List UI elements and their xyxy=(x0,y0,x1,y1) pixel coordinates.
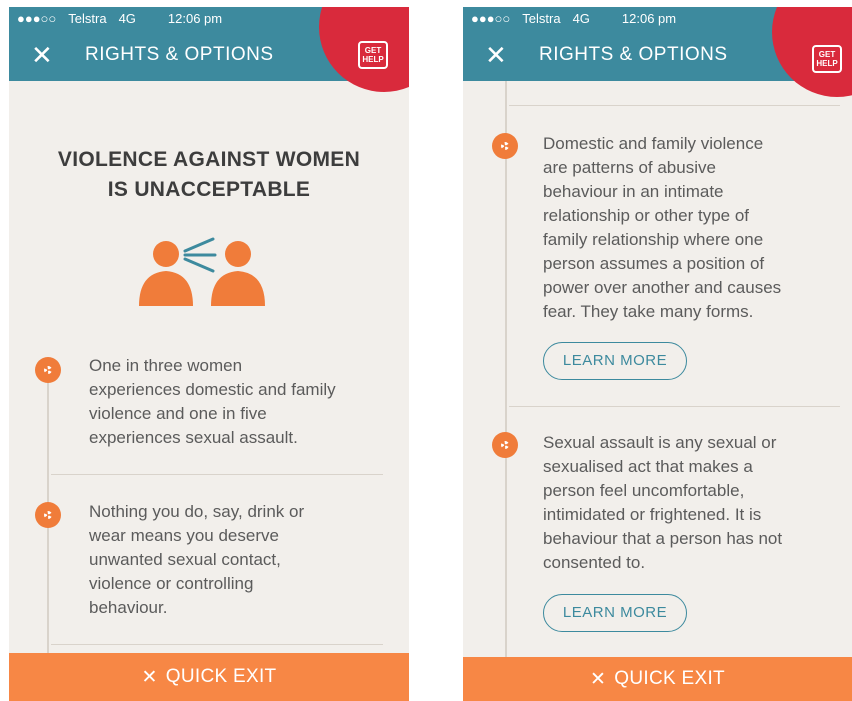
text-line: unwanted sexual contact, xyxy=(89,550,281,569)
orange-bullet-icon xyxy=(35,502,61,528)
divider xyxy=(509,406,840,407)
clock: 12:06 pm xyxy=(167,10,223,26)
phone-screen-right: ●●●○○ Telstra 4G 12:06 pm ✕ RIGHTS & OPT… xyxy=(463,7,852,701)
text-line: intimidated or frightened. It is xyxy=(543,505,762,524)
list-item: One in three women experiences domestic … xyxy=(89,354,336,450)
orange-bullet-icon xyxy=(492,432,518,458)
clock: 12:06 pm xyxy=(621,10,677,26)
list-item: Sexual assault is any sexual or sexualis… xyxy=(543,431,782,575)
quick-exit-button[interactable]: ✕ QUICK EXIT xyxy=(463,657,852,701)
divider xyxy=(51,474,383,475)
text-line: experiences sexual assault. xyxy=(89,428,298,447)
text-line: are patterns of abusive xyxy=(543,158,716,177)
signal-icon: ●●●○○ xyxy=(17,10,57,26)
text-line: wear means you deserve xyxy=(89,526,279,545)
learn-more-button[interactable]: LEARN MORE xyxy=(543,594,687,632)
quick-exit-label: QUICK EXIT xyxy=(165,666,277,687)
text-line: violence or controlling xyxy=(89,574,254,593)
orange-bullet-icon xyxy=(35,357,61,383)
carrier: Telstra xyxy=(522,10,561,26)
text-line: power over another and causes xyxy=(543,278,782,297)
text-line: Domestic and family violence xyxy=(543,134,764,153)
text-line: Nothing you do, say, drink or xyxy=(89,502,305,521)
close-icon[interactable]: ✕ xyxy=(31,40,53,70)
text-line: person assumes a position of xyxy=(543,254,765,273)
list-item: Nothing you do, say, drink or wear means… xyxy=(89,500,304,620)
divider xyxy=(509,105,840,106)
text-line: behaviour that a person has not xyxy=(543,529,783,548)
text-line: family relationship where one xyxy=(543,230,764,249)
text-line: One in three women xyxy=(89,356,243,375)
page-title: RIGHTS & OPTIONS xyxy=(85,44,274,65)
close-icon: ✕ xyxy=(590,668,607,690)
text-line: sexualised act that makes a xyxy=(543,457,753,476)
get-help-button[interactable]: GET HELP xyxy=(358,41,388,69)
learn-more-button[interactable]: LEARN MORE xyxy=(543,342,687,380)
headline-line-1: VIOLENCE AGAINST WOMEN xyxy=(57,148,361,171)
carrier: Telstra xyxy=(68,10,107,26)
close-icon[interactable]: ✕ xyxy=(485,40,507,70)
text-line: consented to. xyxy=(543,553,646,572)
get-help-button[interactable]: GET HELP xyxy=(812,45,842,73)
phone-screen-left: ●●●○○ Telstra 4G 12:06 pm ✕ RIGHTS & OPT… xyxy=(9,7,409,701)
text-line: person feel uncomfortable, xyxy=(543,481,745,500)
text-line: Sexual assault is any sexual or xyxy=(543,433,777,452)
text-line: fear. They take many forms. xyxy=(543,302,754,321)
signal-icon: ●●●○○ xyxy=(471,10,511,26)
orange-bullet-icon xyxy=(492,133,518,159)
quick-exit-label: QUICK EXIT xyxy=(614,668,725,689)
text-line: violence and one in five xyxy=(89,404,267,423)
headline: VIOLENCE AGAINST WOMEN IS UNACCEPTABLE xyxy=(9,145,409,205)
divider xyxy=(51,644,383,645)
quick-exit-button[interactable]: ✕ QUICK EXIT xyxy=(9,653,409,701)
text-line: relationship or other type of xyxy=(543,206,750,225)
page-title: RIGHTS & OPTIONS xyxy=(539,44,728,65)
text-line: behaviour. xyxy=(89,598,168,617)
headline-line-2: IS UNACCEPTABLE xyxy=(107,178,311,201)
list-item: Domestic and family violence are pattern… xyxy=(543,132,781,324)
close-icon: ✕ xyxy=(141,666,158,688)
network: 4G xyxy=(572,10,590,26)
timeline-line xyxy=(505,81,507,661)
people-talking-icon xyxy=(139,237,265,306)
text-line: behaviour in an intimate xyxy=(543,182,724,201)
network: 4G xyxy=(118,10,136,26)
text-line: experiences domestic and family xyxy=(89,380,336,399)
